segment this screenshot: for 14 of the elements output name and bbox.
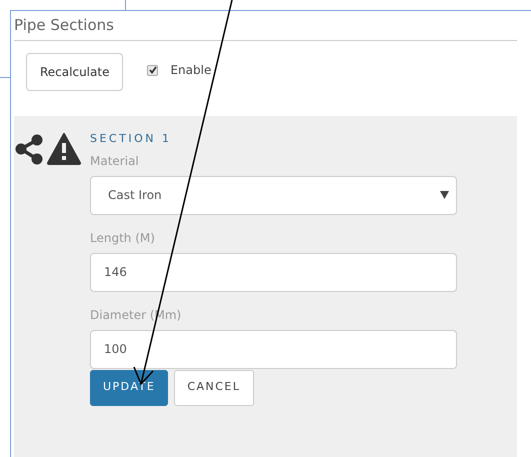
cancel-button[interactable]: CANCEL: [174, 370, 254, 406]
panel-title: Pipe Sections: [14, 15, 115, 35]
input-field[interactable]: 100: [90, 330, 457, 368]
recalculate-button[interactable]: Recalculate: [26, 53, 124, 91]
checkbox-label: Enable: [170, 62, 212, 79]
material-dropdown[interactable]: Cast Iron: [90, 176, 457, 214]
input-field[interactable]: 146: [90, 252, 457, 292]
caret-icon: [440, 191, 449, 199]
enable-checkbox[interactable]: [147, 64, 158, 76]
section-title: SECTION 1: [90, 131, 172, 147]
update-button[interactable]: UPDATE: [90, 370, 168, 406]
share-icon[interactable]: [14, 133, 44, 166]
field-label: Length (M): [90, 230, 156, 246]
field-label: Material: [90, 152, 140, 170]
